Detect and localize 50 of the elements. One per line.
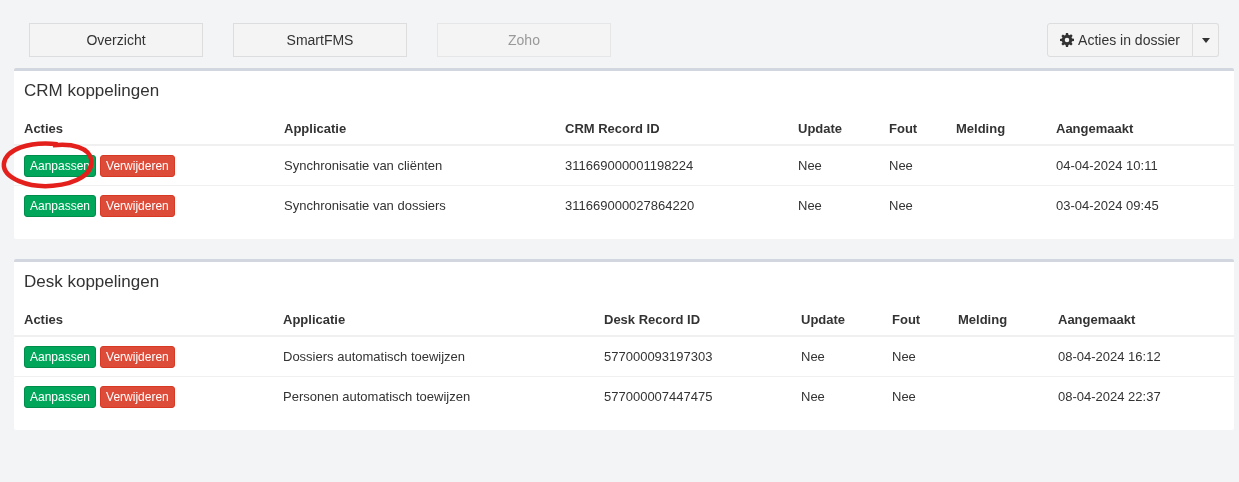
table-cell: 311669000001198224	[565, 158, 694, 173]
panel-title: Desk koppelingen	[23, 271, 161, 293]
column-header: Fout	[889, 121, 918, 136]
column-header: Update	[798, 121, 843, 136]
edit-button[interactable]: Aanpassen	[24, 345, 97, 368]
nav-button[interactable]: SmartFMS	[233, 23, 407, 57]
table-cell: Nee	[798, 198, 822, 213]
table-cell: Nee	[892, 389, 916, 404]
edit-button[interactable]: Aanpassen	[24, 154, 97, 177]
table-cell: 04-04-2024 10:11	[1056, 158, 1158, 173]
column-header: CRM Record ID	[565, 121, 660, 136]
column-header: Fout	[892, 312, 921, 327]
table-cell: 03-04-2024 09:45	[1056, 198, 1159, 213]
delete-button[interactable]: Verwijderen	[100, 194, 175, 217]
column-header: Applicatie	[284, 121, 347, 136]
table-cell: 577000093197303	[604, 349, 713, 364]
panel-title: CRM koppelingen	[23, 80, 161, 102]
column-header: Update	[801, 312, 846, 327]
table-cell: 08-04-2024 22:37	[1058, 389, 1161, 404]
table-cell: Nee	[889, 158, 913, 173]
table-cell: 08-04-2024 16:12	[1058, 349, 1161, 364]
edit-button[interactable]: Aanpassen	[24, 194, 97, 217]
column-header: Aangemaakt	[1056, 121, 1134, 136]
column-header: Applicatie	[283, 312, 346, 327]
column-header: Melding	[958, 312, 1008, 327]
table-cell: Nee	[801, 349, 825, 364]
table-cell: Nee	[889, 198, 913, 213]
table-cell: Synchronisatie van dossiers	[284, 198, 446, 213]
table-cell: Dossiers automatisch toewijzen	[283, 349, 466, 364]
delete-button[interactable]: Verwijderen	[100, 385, 175, 408]
table-cell: Nee	[798, 158, 822, 173]
actions-button[interactable]: Acties in dossier	[1047, 23, 1193, 57]
table-cell: Synchronisatie van cliënten	[284, 158, 443, 173]
table-cell: Nee	[892, 349, 916, 364]
delete-button[interactable]: Verwijderen	[100, 154, 175, 177]
table-cell: 311669000027864220	[565, 198, 695, 213]
delete-button[interactable]: Verwijderen	[100, 345, 175, 368]
column-header: Acties	[24, 121, 64, 136]
table-cell: Nee	[801, 389, 825, 404]
caret-icon	[1201, 37, 1210, 43]
column-header: Aangemaakt	[1058, 312, 1136, 327]
edit-button[interactable]: Aanpassen	[24, 385, 97, 408]
column-header: Acties	[24, 312, 64, 327]
table-cell: Personen automatisch toewijzen	[283, 389, 471, 404]
column-header: Melding	[956, 121, 1006, 136]
nav-button[interactable]: Overzicht	[29, 23, 203, 57]
table-cell: 577000007447475	[604, 389, 713, 404]
column-header: Desk Record ID	[604, 312, 701, 327]
dropdown-toggle[interactable]	[1193, 23, 1219, 57]
gear-icon	[1060, 33, 1075, 47]
